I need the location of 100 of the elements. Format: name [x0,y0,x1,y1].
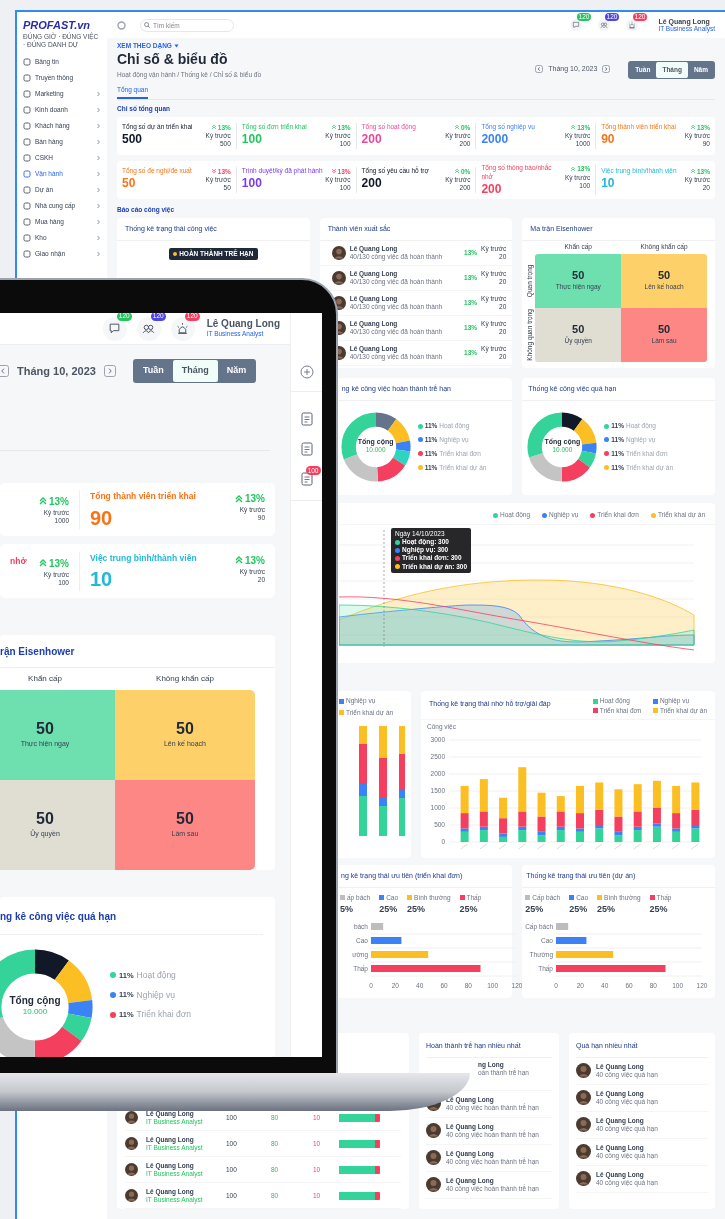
cell-value: 50 [572,323,585,335]
square-icon [23,234,31,243]
avatar-icon [576,1063,591,1079]
stat-value: 10 [601,176,616,189]
range-tab[interactable]: Tuần [133,360,173,382]
avatar-icon [125,1111,138,1125]
avatar-icon [331,245,346,260]
stat-value: 100 [241,132,263,145]
square-icon [23,202,31,211]
avatar-icon [125,1137,138,1151]
square-icon [23,186,31,195]
avatar-icon [576,1171,591,1187]
avatar-icon [576,1144,591,1160]
card-title: ng kê công việc quá hạn [0,897,263,935]
legend-percent: 25% [459,902,479,916]
bar [499,797,508,818]
avatar-icon [426,1123,441,1139]
edit-document-icon [300,442,313,456]
legend-percent: 25% [525,902,545,916]
avatar-icon [576,1117,591,1133]
square-icon [23,122,31,131]
stat-label: Việc trung bình/thành viên [90,552,197,564]
axis-tick [691,843,699,849]
axis-tick [614,843,622,849]
logo: PROFAST.vn [23,20,92,31]
chat-icon [572,21,581,29]
chevron-left-icon [0,364,9,377]
chevron-right-icon [103,364,116,377]
avatar-icon [125,1189,138,1203]
range-tab[interactable]: Tháng [172,360,218,382]
square-icon [23,90,31,99]
change-percent: 13% [49,494,69,509]
axis-tick [518,843,526,849]
bar [371,923,384,930]
stat-value: 100 [241,176,263,189]
stat-value: 200 [481,182,503,195]
stat-value: 2000 [481,132,510,145]
cell-value: 50 [176,720,194,737]
legend-percent: 25% [569,902,589,916]
square-icon [23,74,31,83]
change-percent: 13% [49,556,69,571]
axis-tick [556,843,565,849]
bar [556,951,614,958]
axis-tick [479,843,488,849]
legend-label: Hoạt động [136,969,176,982]
axis-tick [460,843,468,849]
legend-percent: 25% [649,902,669,916]
stat-value: 500 [122,132,144,145]
legend-label: Nghiệp vụ [136,988,175,1002]
search-icon [144,22,150,28]
people-icon [600,21,609,29]
bar [371,951,429,958]
avatar-icon [426,1150,441,1166]
cell-value: 50 [657,323,671,335]
axis-tick [575,843,584,849]
stat-value: 90 [90,507,114,528]
chevron-right-icon [602,65,611,74]
stat-value: 200 [361,176,383,189]
legend-percent: 5% [340,902,354,916]
cell-value: 50 [572,269,585,281]
caret-icon [173,43,179,48]
checklist-icon [300,472,313,486]
siren-icon [628,21,637,29]
stat-value: 50 [122,176,137,189]
square-icon [23,138,31,147]
people-icon [142,322,156,336]
axis-tick [537,843,545,849]
square-icon [23,106,31,115]
axis-tick [671,843,680,849]
legend-percent: 25% [597,902,617,916]
avatar-icon [331,270,346,285]
bar [556,937,587,944]
user-name: Lê Quang Long [206,319,280,330]
avatar-icon [426,1177,441,1193]
add-icon [299,365,314,379]
cell-value: 50 [36,810,54,827]
bar [556,923,569,930]
bar [556,795,565,811]
change-percent: 13% [245,553,265,568]
donut-total: 10.000 [22,1007,48,1018]
axis-tick [633,843,641,849]
legend-percent: 25% [379,902,399,916]
cell-value: 50 [657,269,671,281]
stat-value: 10 [90,569,114,590]
axis-tick [498,843,507,849]
period-label: Tháng 10, 2023 [17,363,96,379]
stat-label: Tổng thành viên triển khai [90,491,196,502]
stat-value: 200 [361,132,383,145]
column-header: Không khẩn cấp [155,673,215,685]
square-icon [23,154,31,163]
square-icon [23,250,31,259]
chat-icon [108,322,122,336]
avatar-icon [576,1090,591,1106]
avatar-icon [125,1163,138,1177]
axis-tick [594,843,603,849]
clipboard-icon [300,412,313,426]
donut-center-label: Tổng cộng [9,996,61,1006]
range-tab[interactable]: Năm [217,360,256,382]
stat-label: nhở [10,555,27,567]
square-icon [23,58,31,67]
